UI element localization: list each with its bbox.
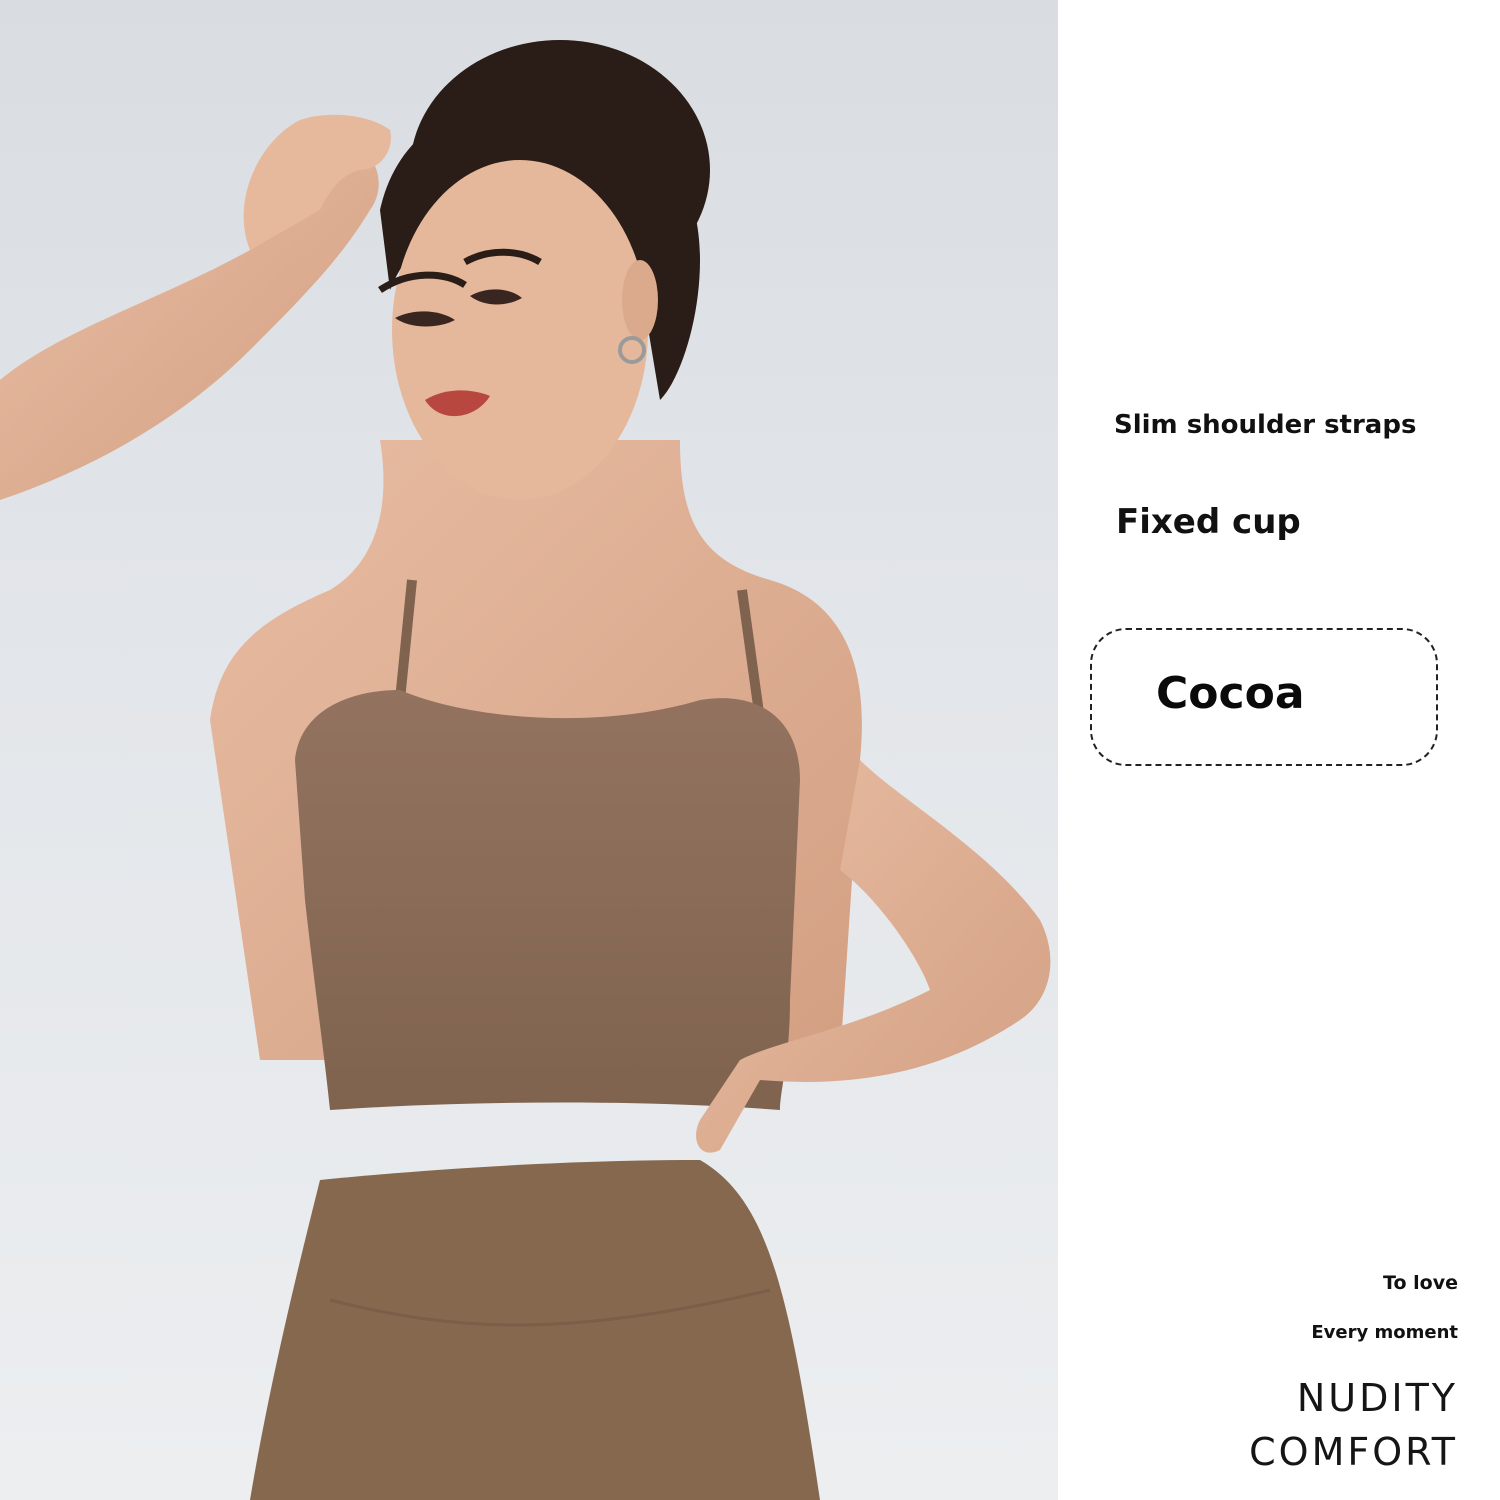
tagline-to-love: To love [1383,1272,1458,1294]
feature-straps: Slim shoulder straps [1114,410,1417,440]
sports-top [295,690,800,1110]
face [392,160,648,500]
tagline-every-moment: Every moment [1311,1322,1458,1343]
leggings [250,1160,820,1500]
color-name: Cocoa [1156,668,1305,719]
slogan-nudity: NUDITY [1296,1376,1458,1420]
product-photo [0,0,1058,1500]
slogan-comfort: COMFORT [1249,1430,1458,1474]
feature-cup: Fixed cup [1116,502,1301,542]
model-illustration [0,40,1051,1500]
